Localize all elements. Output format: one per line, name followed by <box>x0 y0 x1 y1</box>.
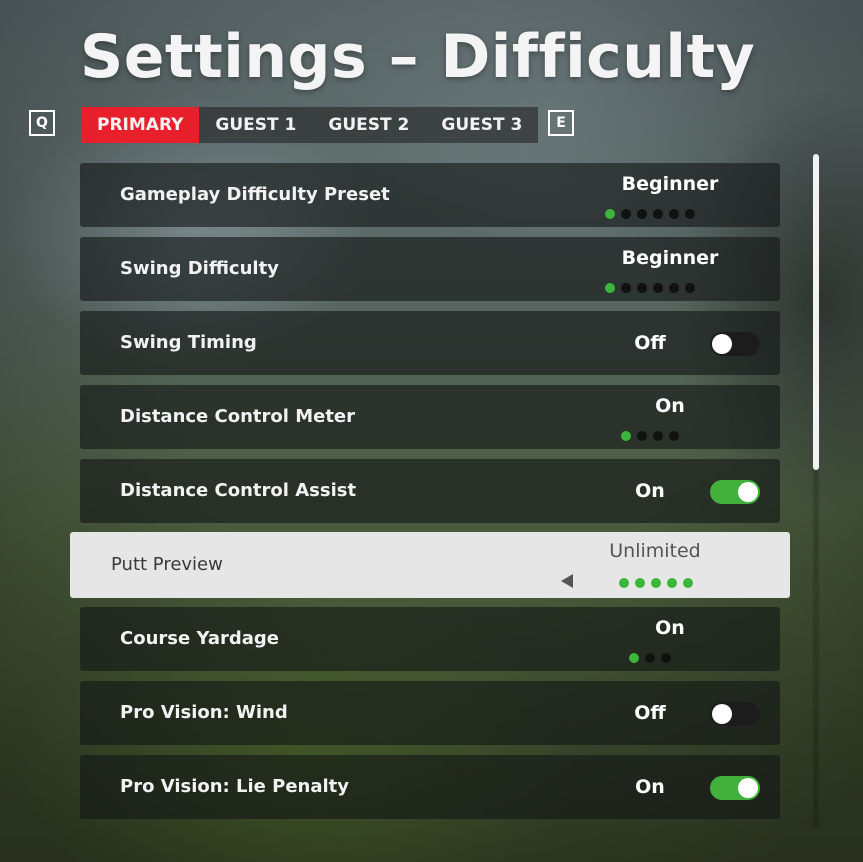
setting-row-pro-vision-lie-penalty[interactable]: Pro Vision: Lie Penalty On <box>80 755 780 819</box>
setting-label: Putt Preview <box>111 554 223 575</box>
toggle-switch[interactable] <box>710 776 760 800</box>
level-dot <box>685 283 695 293</box>
level-indicator <box>605 209 695 219</box>
tab-guest-3[interactable]: GUEST 3 <box>425 107 538 143</box>
level-dot <box>669 431 679 441</box>
setting-value: Off <box>634 702 666 724</box>
tab-guest-2[interactable]: GUEST 2 <box>312 107 425 143</box>
level-dot <box>629 653 639 663</box>
level-dot <box>669 209 679 219</box>
setting-row-swing-timing[interactable]: Swing Timing Off <box>80 311 780 375</box>
level-indicator <box>629 653 671 663</box>
level-dot <box>685 209 695 219</box>
level-indicator <box>619 578 693 588</box>
setting-value: Beginner <box>621 247 719 269</box>
setting-value: Beginner <box>621 173 719 195</box>
tab-primary[interactable]: PRIMARY <box>81 107 200 143</box>
level-dot <box>619 578 629 588</box>
level-dot <box>637 283 647 293</box>
level-dot <box>621 209 631 219</box>
scrollbar-thumb[interactable] <box>813 154 819 470</box>
prev-tab-key-hint[interactable]: Q <box>29 110 55 136</box>
setting-value: Unlimited <box>609 540 701 562</box>
level-dot <box>653 283 663 293</box>
level-dot <box>635 578 645 588</box>
setting-row-pro-vision-wind[interactable]: Pro Vision: Wind Off <box>80 681 780 745</box>
toggle-switch[interactable] <box>710 332 760 356</box>
decrease-arrow-icon[interactable] <box>561 574 573 588</box>
setting-label: Swing Timing <box>120 332 257 353</box>
level-dot <box>669 283 679 293</box>
setting-value: Off <box>634 332 666 354</box>
setting-label: Distance Control Assist <box>120 480 357 501</box>
setting-row-gameplay-difficulty-preset[interactable]: Gameplay Difficulty Preset Beginner <box>80 163 780 227</box>
setting-label: Swing Difficulty <box>120 258 279 279</box>
setting-row-swing-difficulty[interactable]: Swing Difficulty Beginner <box>80 237 780 301</box>
setting-row-distance-control-assist[interactable]: Distance Control Assist On <box>80 459 780 523</box>
setting-row-course-yardage[interactable]: Course Yardage On <box>80 607 780 671</box>
level-indicator <box>605 283 695 293</box>
level-dot <box>637 431 647 441</box>
tab-guest-1[interactable]: GUEST 1 <box>199 107 312 143</box>
level-dot <box>605 209 615 219</box>
next-tab-key-hint[interactable]: E <box>548 110 574 136</box>
level-dot <box>661 653 671 663</box>
level-dot <box>645 653 655 663</box>
setting-label: Gameplay Difficulty Preset <box>120 184 390 205</box>
setting-label: Pro Vision: Wind <box>120 702 288 723</box>
level-dot <box>621 431 631 441</box>
level-dot <box>637 209 647 219</box>
toggle-switch[interactable] <box>710 702 760 726</box>
setting-label: Pro Vision: Lie Penalty <box>120 776 349 797</box>
setting-value: On <box>635 776 665 798</box>
toggle-knob <box>712 334 732 354</box>
toggle-knob <box>738 778 758 798</box>
level-dot <box>621 283 631 293</box>
toggle-knob <box>712 704 732 724</box>
level-dot <box>653 431 663 441</box>
level-dot <box>667 578 677 588</box>
setting-value: On <box>655 617 685 639</box>
level-dot <box>605 283 615 293</box>
setting-value: On <box>635 480 665 502</box>
level-indicator <box>621 431 679 441</box>
setting-value: On <box>655 395 685 417</box>
player-tabs: PRIMARY GUEST 1 GUEST 2 GUEST 3 <box>81 107 539 143</box>
toggle-knob <box>738 482 758 502</box>
setting-label: Course Yardage <box>120 628 279 649</box>
page-title: Settings – Difficulty <box>80 22 756 92</box>
level-dot <box>683 578 693 588</box>
toggle-switch[interactable] <box>710 480 760 504</box>
level-dot <box>653 209 663 219</box>
setting-label: Distance Control Meter <box>120 406 356 427</box>
level-dot <box>651 578 661 588</box>
setting-row-putt-preview[interactable]: Putt Preview Unlimited <box>70 532 790 598</box>
setting-row-distance-control-meter[interactable]: Distance Control Meter On <box>80 385 780 449</box>
